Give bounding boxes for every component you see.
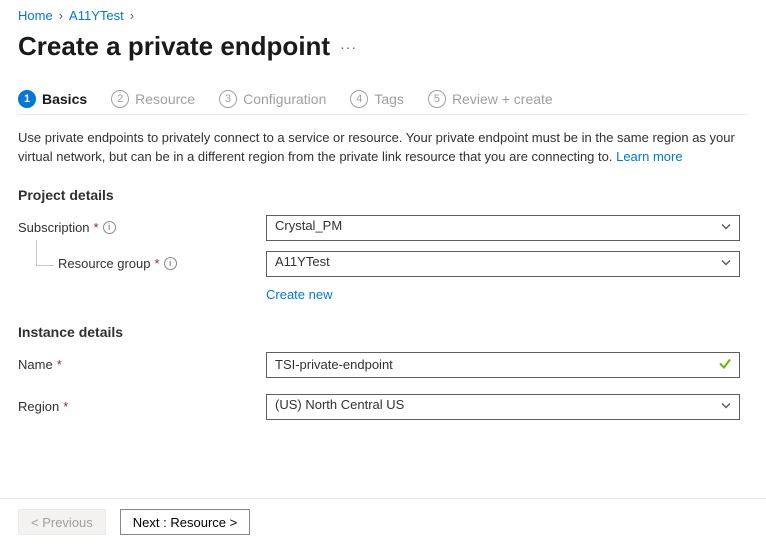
breadcrumb-sep: › xyxy=(59,8,63,23)
name-input[interactable] xyxy=(266,352,740,378)
next-button[interactable]: Next : Resource > xyxy=(120,509,250,535)
resource-group-label: Resource group xyxy=(58,256,151,271)
info-icon[interactable]: i xyxy=(103,221,116,234)
tab-label: Resource xyxy=(135,91,195,107)
required-indicator: * xyxy=(57,357,62,372)
tab-configuration[interactable]: 3 Configuration xyxy=(219,90,326,108)
subscription-label: Subscription xyxy=(18,220,90,235)
subscription-select[interactable]: Crystal_PM xyxy=(266,215,740,241)
required-indicator: * xyxy=(94,220,99,235)
resource-group-select[interactable]: A11YTest xyxy=(266,251,740,277)
tab-tags[interactable]: 4 Tags xyxy=(350,90,404,108)
learn-more-link[interactable]: Learn more xyxy=(616,149,682,164)
breadcrumb: Home › A11YTest › xyxy=(18,8,748,23)
tab-resource[interactable]: 2 Resource xyxy=(111,90,195,108)
required-indicator: * xyxy=(63,399,68,414)
breadcrumb-sep: › xyxy=(130,8,134,23)
info-icon[interactable]: i xyxy=(164,257,177,270)
tab-label: Configuration xyxy=(243,91,326,107)
hierarchy-connector xyxy=(36,240,54,266)
required-indicator: * xyxy=(155,256,160,271)
tab-step-number: 4 xyxy=(350,90,368,108)
region-select[interactable]: (US) North Central US xyxy=(266,394,740,420)
wizard-tabs: 1 Basics 2 Resource 3 Configuration 4 Ta… xyxy=(18,90,748,115)
tab-label: Basics xyxy=(42,91,87,107)
breadcrumb-home[interactable]: Home xyxy=(18,8,53,23)
tab-step-number: 5 xyxy=(428,90,446,108)
tab-label: Review + create xyxy=(452,91,553,107)
name-label: Name xyxy=(18,357,53,372)
tab-review-create[interactable]: 5 Review + create xyxy=(428,90,553,108)
previous-button[interactable]: < Previous xyxy=(18,509,106,535)
more-actions-icon[interactable]: ··· xyxy=(340,39,357,55)
project-details-heading: Project details xyxy=(18,187,748,203)
tab-basics[interactable]: 1 Basics xyxy=(18,90,87,108)
region-label: Region xyxy=(18,399,59,414)
tab-description: Use private endpoints to privately conne… xyxy=(18,129,748,167)
page-title: Create a private endpoint xyxy=(18,31,330,62)
tab-step-number: 3 xyxy=(219,90,237,108)
create-new-link[interactable]: Create new xyxy=(266,287,332,302)
tab-step-number: 2 xyxy=(111,90,129,108)
wizard-footer: < Previous Next : Resource > xyxy=(0,498,766,545)
tab-label: Tags xyxy=(374,91,404,107)
tab-step-number: 1 xyxy=(18,90,36,108)
instance-details-heading: Instance details xyxy=(18,324,748,340)
breadcrumb-item[interactable]: A11YTest xyxy=(69,8,124,23)
